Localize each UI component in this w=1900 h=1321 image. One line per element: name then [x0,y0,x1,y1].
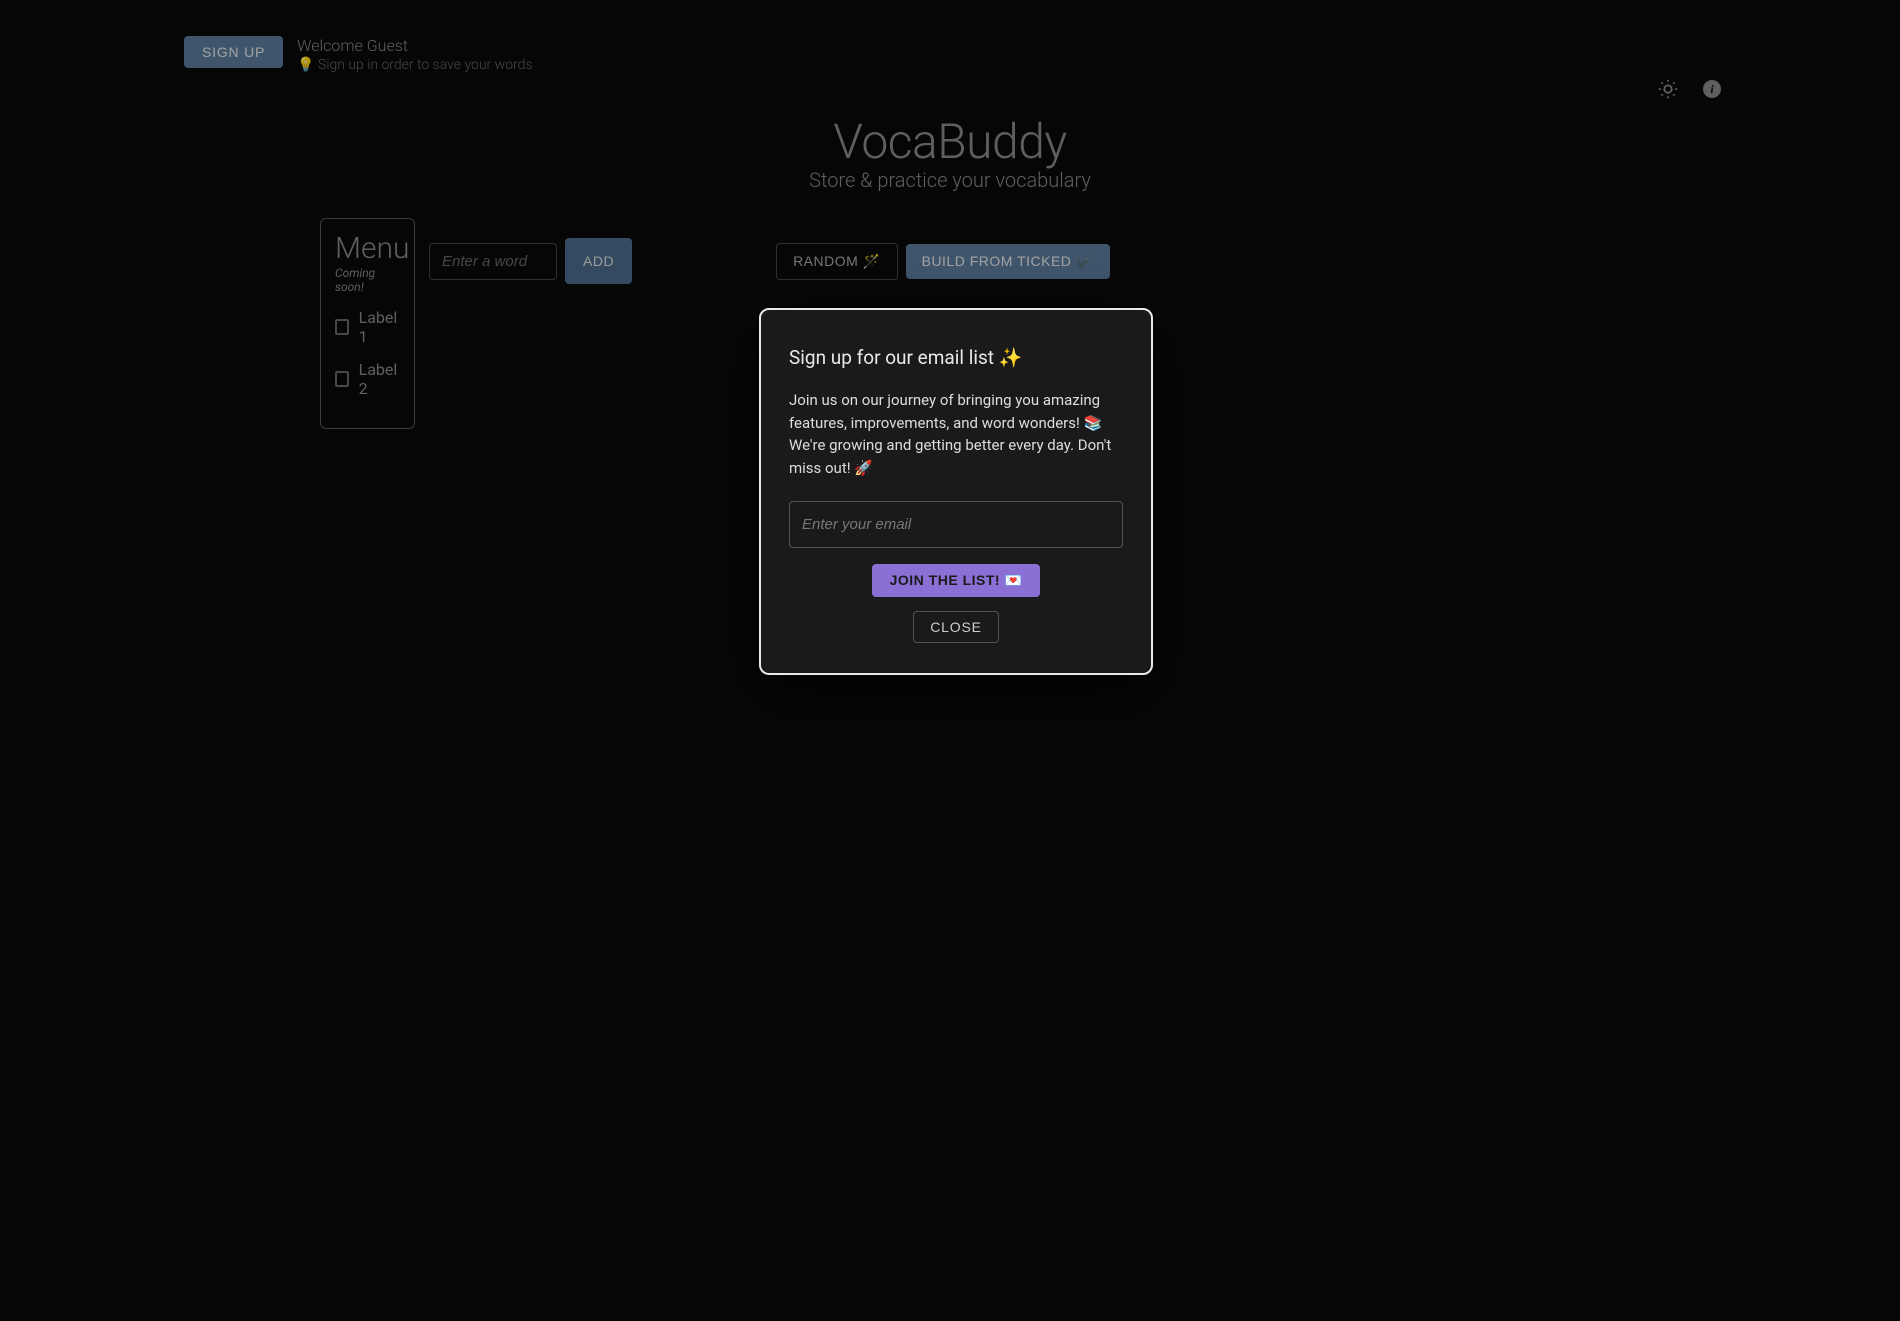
modal-actions: JOIN THE LIST! 💌 CLOSE [789,564,1123,643]
email-signup-modal: Sign up for our email list ✨ Join us on … [759,308,1153,675]
modal-title: Sign up for our email list ✨ [789,346,1123,369]
join-list-button[interactable]: JOIN THE LIST! 💌 [872,564,1041,597]
modal-body: Join us on our journey of bringing you a… [789,389,1123,479]
close-button[interactable]: CLOSE [913,611,998,643]
email-input[interactable] [789,501,1123,548]
